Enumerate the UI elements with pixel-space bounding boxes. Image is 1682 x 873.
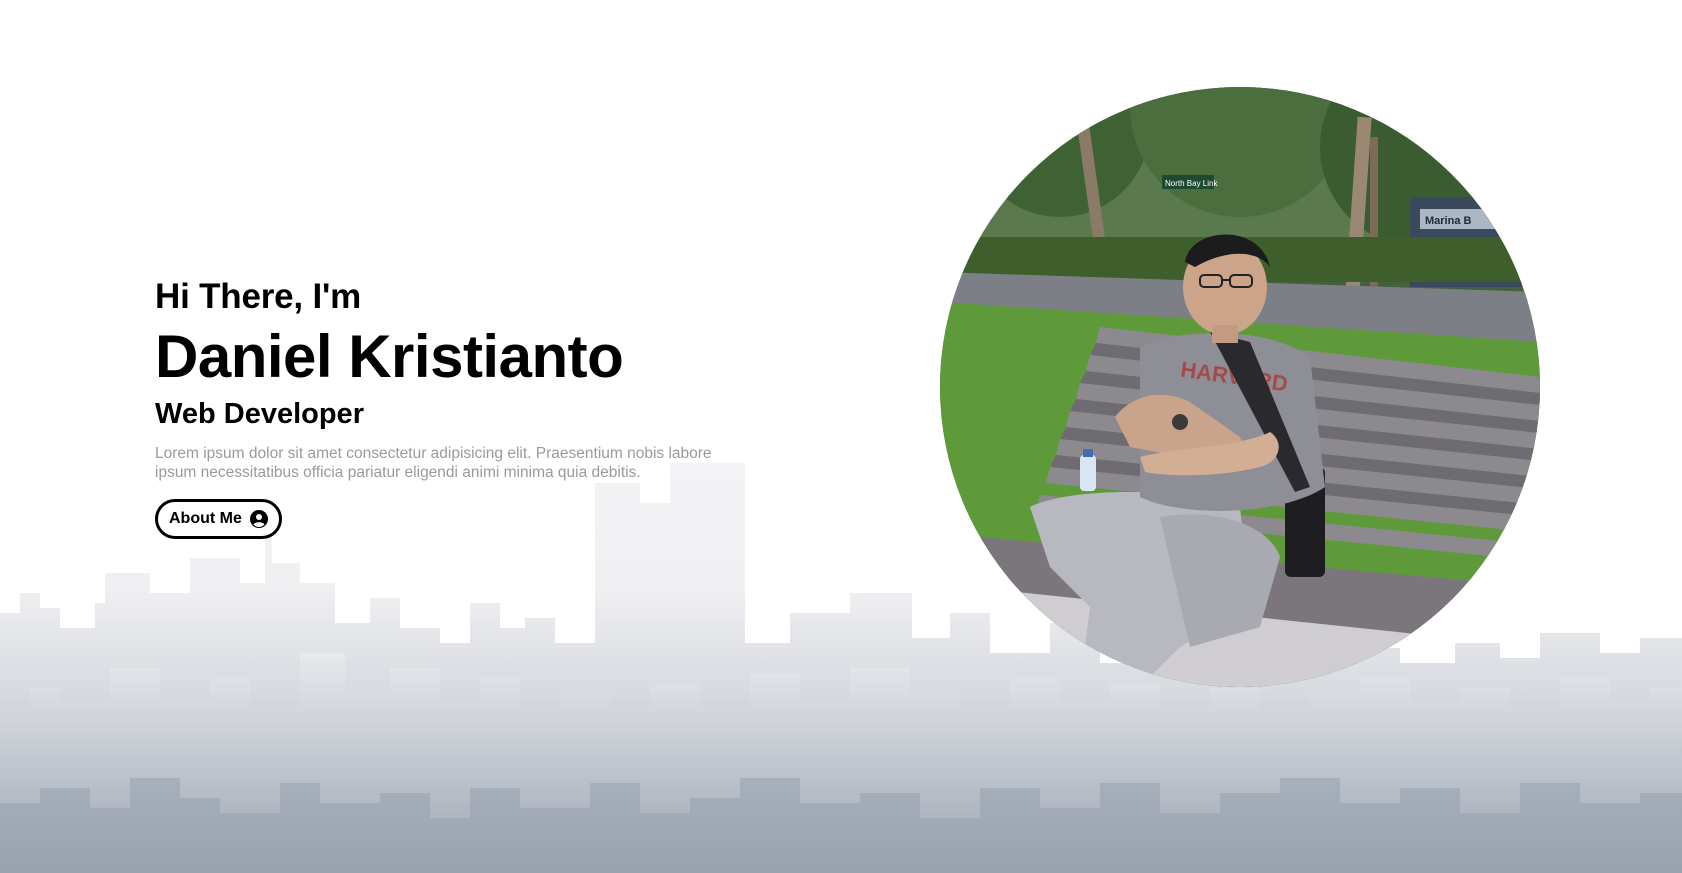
developer-name: Daniel Kristianto bbox=[155, 323, 624, 390]
profile-photo: Marina B North Bay Link bbox=[940, 87, 1540, 687]
about-me-button[interactable]: About Me bbox=[155, 499, 282, 539]
intro-block: Hi There, I'm Daniel Kristianto Web Deve… bbox=[155, 276, 735, 539]
hero-section: Hi There, I'm Daniel Kristianto Web Deve… bbox=[0, 0, 1682, 873]
greeting-text: Hi There, I'm bbox=[155, 277, 362, 316]
building-sign-text: Marina B bbox=[1425, 215, 1472, 227]
user-circle-icon bbox=[249, 510, 268, 528]
bio-paragraph: Lorem ipsum dolor sit amet consectetur a… bbox=[155, 445, 712, 481]
job-title: Web Developer bbox=[155, 398, 364, 430]
about-me-label: About Me bbox=[169, 510, 242, 527]
street-sign-text: North Bay Link bbox=[1165, 179, 1218, 188]
